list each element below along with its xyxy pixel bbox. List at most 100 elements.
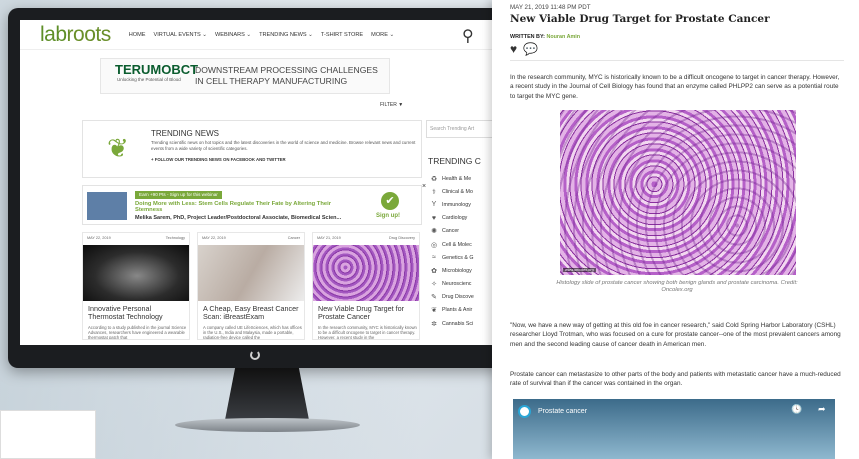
health-icon: ♻ (430, 175, 438, 183)
video-title[interactable]: Prostate cancer (538, 408, 587, 415)
nav-webinars[interactable]: WEBINARS ⌄ (215, 32, 251, 38)
category-label: Health & Me (442, 175, 472, 182)
promo-signup-button[interactable]: Sign up! (376, 213, 400, 219)
trending-categories-heading: TRENDING C (428, 156, 481, 166)
ad-brand: TERUMOBCT (115, 62, 199, 77)
nav-virtual-events[interactable]: VIRTUAL EVENTS ⌄ (154, 32, 208, 38)
category-item[interactable]: ✎ Drug Discove (430, 291, 474, 304)
close-icon[interactable]: × (422, 183, 426, 190)
article-card[interactable]: MAY 22, 2019 Technology Innovative Person… (82, 232, 190, 340)
article-byline: WRITTEN BY: Nouran Amin (510, 34, 580, 40)
dna-icon: ≈ (432, 254, 436, 262)
category-label: Cardiology (442, 215, 468, 222)
card-title[interactable]: Innovative Personal Thermostat Technolog… (88, 304, 188, 321)
monitor-base (175, 418, 360, 432)
category-label: Genetics & G (442, 254, 474, 261)
trending-follow-link[interactable]: + FOLLOW OUR TRENDING NEWS ON FACEBOOK A… (151, 157, 286, 162)
labroots-logo[interactable]: labroots (40, 23, 111, 47)
card-excerpt: A company called UE LifeSciences, which … (203, 325, 302, 340)
card-tag[interactable]: Technology (166, 236, 185, 240)
category-item[interactable]: ◎ Cell & Molec (430, 238, 474, 251)
category-list: ♻ Health & Me ⚕ Clinical & Mo Y Immunology … (430, 172, 474, 330)
neuron-icon: ✧ (431, 281, 437, 289)
video-player[interactable]: Prostate cancer 🕓 ➦ (513, 399, 835, 459)
site-nav: labroots HOME VIRTUAL EVENTS ⌄ WEBINARS … (20, 20, 492, 50)
check-icon[interactable]: ✔ (381, 192, 399, 210)
watch-later-icon[interactable]: 🕓 (791, 404, 802, 415)
power-icon (250, 350, 260, 360)
filter-button[interactable]: FILTER ▼ (380, 102, 403, 108)
article-paragraph-3: Prostate cancer can metastasize to other… (510, 371, 841, 388)
ad-banner[interactable]: TERUMOBCT Unlocking the Potential of Blo… (100, 58, 390, 94)
category-item[interactable]: ⚕ Clinical & Mo (430, 185, 474, 198)
clinical-icon: ⚕ (432, 188, 436, 196)
heart-icon: ♥ (431, 214, 437, 222)
author-link[interactable]: Nouran Amin (546, 34, 580, 40)
promo-title[interactable]: Doing More with Less: Stem Cells Regulat… (135, 201, 345, 214)
category-label: Neuroscienc (442, 281, 472, 288)
search-trending-input[interactable]: Search Trending Art (426, 120, 492, 138)
share-icon[interactable]: ➦ (818, 404, 826, 415)
figure-caption: Histology slide of prostate cancer showi… (556, 280, 798, 294)
floor-card (0, 410, 96, 459)
card-meta: MAY 21, 2019 Drug Discovery (317, 236, 415, 240)
microbe-icon: ✿ (431, 267, 437, 275)
category-item[interactable]: ♥ Cardiology (430, 212, 474, 225)
card-meta: MAY 22, 2019 Technology (87, 236, 185, 240)
article-paragraph-1: In the research community, MYC is histor… (510, 74, 840, 100)
channel-logo-icon (518, 405, 531, 418)
category-item[interactable]: Y Immunology (430, 198, 474, 211)
category-label: Cancer (442, 228, 460, 235)
plant-icon: ❦ (431, 307, 437, 315)
category-label: Cannabis Sci (442, 320, 474, 327)
category-item[interactable]: ♻ Health & Me (430, 172, 474, 185)
trending-news-box: ❦ TRENDING NEWS Trending scientific news… (82, 120, 422, 178)
category-item[interactable]: ≈ Genetics & G (430, 251, 474, 264)
article-panel: MAY 21, 2019 11:48 PM PDT New Viable Dru… (492, 0, 859, 459)
comment-icon[interactable]: 💬 (523, 42, 538, 56)
trending-description: Trending scientific news on hot topics a… (151, 140, 416, 151)
category-item[interactable]: ✿ Microbiology (430, 264, 474, 277)
category-label: Cell & Molec (442, 241, 472, 248)
heart-icon[interactable]: ♥ (510, 42, 517, 56)
card-image[interactable] (83, 245, 189, 301)
cell-icon: ◎ (430, 241, 438, 249)
card-image[interactable] (198, 245, 304, 301)
nav-home[interactable]: HOME (129, 32, 146, 38)
nav-tshirt-store[interactable]: T-SHIRT STORE (321, 32, 363, 38)
search-icon[interactable]: ⚲ (462, 26, 474, 46)
byline-label: WRITTEN BY: (510, 34, 545, 40)
pill-icon: ✎ (431, 294, 437, 302)
category-item[interactable]: ❦ Plants & Anir (430, 304, 474, 317)
card-date: MAY 21, 2019 (317, 236, 341, 240)
figure-source-tag: www.oncolex.org (563, 268, 596, 272)
monitor-screen: labroots HOME VIRTUAL EVENTS ⌄ WEBINARS … (20, 20, 492, 345)
card-date: MAY 22, 2019 (87, 236, 111, 240)
article-title: New Viable Drug Target for Prostate Canc… (510, 13, 770, 25)
card-title[interactable]: A Cheap, Easy Breast Cancer Scan: iBreas… (203, 304, 303, 321)
category-item[interactable]: ✧ Neuroscienc (430, 278, 474, 291)
category-label: Plants & Anir (442, 307, 473, 314)
card-tag[interactable]: Cancer (288, 236, 300, 240)
article-card[interactable]: MAY 21, 2019 Drug Discovery New Viable Dr… (312, 232, 420, 340)
ad-brand-sub: Unlocking the Potential of Blood (117, 77, 181, 82)
category-item[interactable]: ✺ Cancer (430, 225, 474, 238)
promo-points-badge[interactable]: Earn +90 Pts - Sign up for this webinar (135, 191, 222, 199)
trending-title: TRENDING NEWS (151, 129, 219, 138)
promo-author: Melika Sarem, PhD, Project Leader/Postdo… (135, 215, 342, 221)
category-label: Drug Discove (442, 294, 474, 301)
nav-more[interactable]: MORE ⌄ (371, 32, 394, 38)
ad-line-1: DOWNSTREAM PROCESSING CHALLENGES (195, 65, 378, 75)
card-image[interactable] (313, 245, 419, 301)
article-card[interactable]: MAY 22, 2019 Cancer A Cheap, Easy Breast … (197, 232, 305, 340)
card-title[interactable]: New Viable Drug Target for Prostate Canc… (318, 304, 418, 321)
category-item[interactable]: ✲ Cannabis Sci (430, 317, 474, 330)
promo-thumbnail (87, 192, 127, 220)
card-tag[interactable]: Drug Discovery (389, 236, 415, 240)
ad-headline: DOWNSTREAM PROCESSING CHALLENGES IN CELL… (195, 65, 378, 87)
logo-roots: roots (66, 22, 112, 46)
webinar-promo[interactable]: Earn +90 Pts - Sign up for this webinar … (82, 185, 422, 225)
nav-trending-news[interactable]: TRENDING NEWS ⌄ (259, 32, 313, 38)
card-excerpt: According to a study published in the jo… (88, 325, 187, 340)
trending-leaf-icon: ❦ (107, 133, 129, 163)
